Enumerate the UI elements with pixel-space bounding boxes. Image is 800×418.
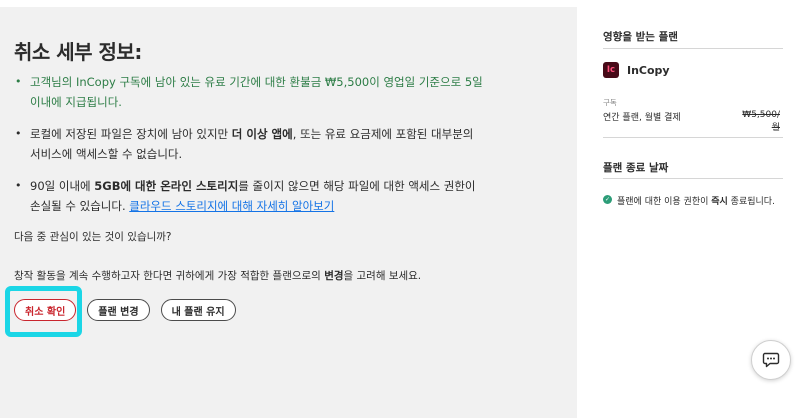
sidebar-divider	[603, 48, 783, 49]
plan-type: 연간 플랜, 월별 결제	[603, 113, 681, 123]
interest-question: 다음 중 관심이 있는 것이 있습니까?	[14, 231, 172, 243]
page-title: 취소 세부 정보:	[14, 40, 142, 64]
sidebar-divider	[603, 137, 783, 138]
chat-icon	[762, 352, 780, 368]
plan-end-text-end: 종료됩니다.	[727, 197, 775, 207]
local-files-text-bold: 더 이상 앱에	[231, 127, 293, 141]
affected-plan-title: 영향을 받는 플랜	[603, 31, 678, 43]
plan-price: ₩5,500/월	[742, 110, 780, 133]
product-name: InCopy	[627, 64, 670, 77]
plan-change-suggestion: 창작 활동을 계속 수행하고자 한다면 귀하에게 가장 적합한 플랜으로의 변경…	[14, 268, 421, 283]
suggestion-text-bold: 변경	[324, 270, 344, 282]
plan-end-text-start: 플랜에 대한 이용 권한이	[617, 197, 712, 207]
incopy-logo-icon: Ic	[603, 62, 619, 78]
sidebar-divider	[603, 178, 783, 179]
chat-button[interactable]	[751, 340, 791, 380]
change-plan-button[interactable]: 플랜 변경	[87, 299, 150, 321]
local-files-text-start: 로컬에 저장된 파일은 장치에 남아 있지만	[30, 127, 232, 141]
top-strip	[0, 0, 800, 7]
plan-end-text-bold: 즉시	[711, 197, 728, 207]
action-buttons: 취소 확인 플랜 변경 내 플랜 유지	[14, 299, 236, 321]
cloud-storage-link[interactable]: 클라우드 스토리지에 대해 자세히 알아보기	[129, 199, 334, 213]
confirm-cancel-button[interactable]: 취소 확인	[14, 299, 77, 321]
check-circle-icon: ✓	[603, 195, 612, 204]
suggestion-text-end: 을 고려해 보세요.	[343, 270, 422, 282]
keep-plan-button[interactable]: 내 플랜 유지	[160, 299, 236, 321]
storage-text-bold: 5GB에 대한 온라인 스토리지	[94, 179, 239, 193]
purchase-label: 구독	[603, 98, 617, 107]
cancellation-details-list: 고객님의 InCopy 구독에 남아 있는 유료 기간에 대한 환불금 ₩5,5…	[14, 72, 484, 228]
local-files-notice: 로컬에 저장된 파일은 장치에 남아 있지만 더 이상 앱에, 또는 유료 요금…	[14, 124, 484, 164]
storage-text-start: 90일 이내에	[30, 179, 95, 193]
suggestion-text-start: 창작 활동을 계속 수행하고자 한다면 귀하에게 가장 적합한 플랜으로의	[14, 270, 325, 282]
refund-notice: 고객님의 InCopy 구독에 남아 있는 유료 기간에 대한 환불금 ₩5,5…	[14, 72, 484, 112]
plan-end-title: 플랜 종료 날짜	[603, 162, 669, 174]
plan-end-text: 플랜에 대한 이용 권한이 즉시 종료됩니다.	[617, 194, 775, 207]
storage-notice: 90일 이내에 5GB에 대한 온라인 스토리지를 줄이지 않으면 해당 파일에…	[14, 176, 484, 216]
